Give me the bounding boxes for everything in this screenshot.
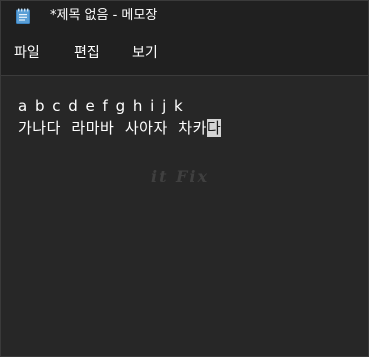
text-editor[interactable]: a b c d e f g h i j k 가나다 라마바 사아자 차카다 it… [1, 76, 368, 356]
notepad-icon [16, 8, 30, 24]
text-line-1: a b c d e f g h i j k [18, 97, 185, 115]
menu-view[interactable]: 보기 [132, 44, 158, 62]
title-bar[interactable]: *제목 없음 - 메모장 [1, 1, 368, 31]
menu-edit[interactable]: 편집 [74, 44, 100, 62]
text-selection: 다 [206, 119, 222, 137]
menu-bar: 파일 편집 보기 [1, 31, 368, 76]
watermark: it Fix [151, 167, 210, 186]
text-line-2: 가나다 라마바 사아자 차카다 [18, 118, 222, 138]
notepad-window: *제목 없음 - 메모장 파일 편집 보기 a b c d e f g h i … [0, 0, 369, 357]
window-title: *제목 없음 - 메모장 [50, 8, 158, 23]
text-line-2-content: 가나다 라마바 사아자 차카 [18, 119, 207, 137]
menu-file[interactable]: 파일 [14, 44, 40, 62]
